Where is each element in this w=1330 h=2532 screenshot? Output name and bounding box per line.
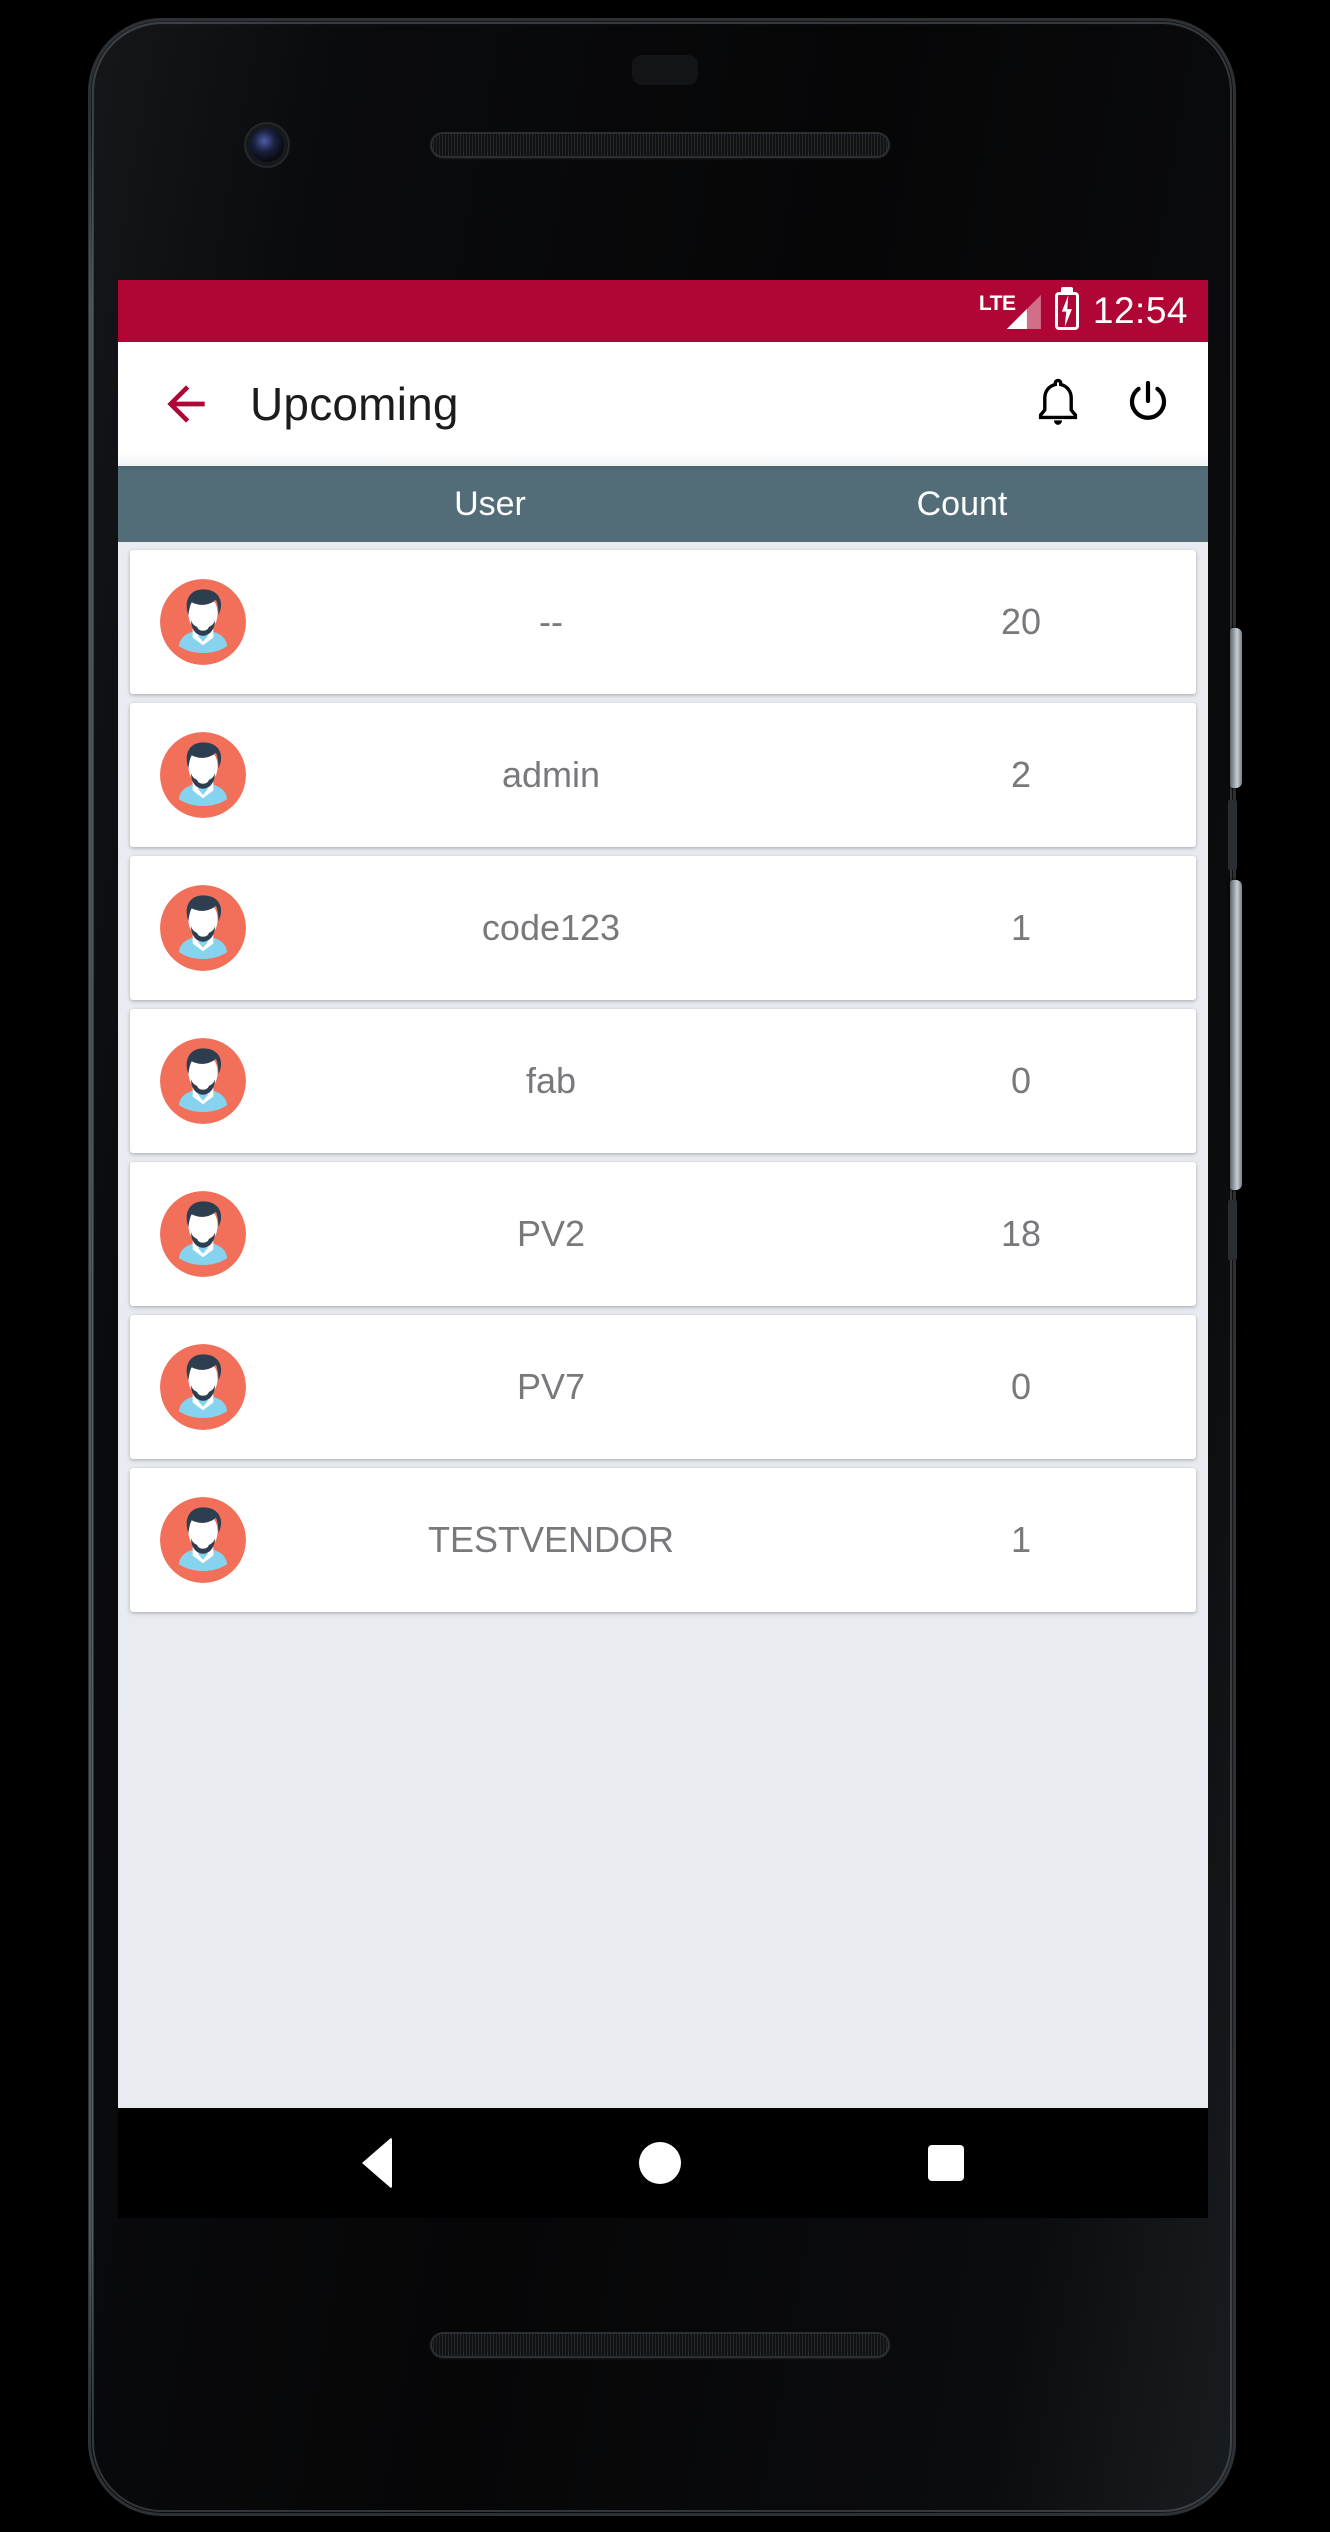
user-avatar-icon [160,1344,246,1430]
list-item[interactable]: fab 0 [128,1009,1198,1162]
cell-count: 0 [1010,1060,1032,1101]
charging-bolt-icon [1061,295,1072,327]
battery-charging-icon [1054,292,1079,330]
user-count-list[interactable]: -- 20 admin 2 code123 1 fab 0 PV2 18 PV7… [118,542,1208,2108]
user-avatar-icon [160,1191,246,1277]
android-navigation-bar [118,2108,1208,2218]
bottom-speaker-grille [430,2332,890,2358]
cell-count: 18 [1000,1213,1042,1254]
cell-count: 1 [1010,1519,1032,1560]
table-row[interactable]: PV7 0 [130,1315,1196,1459]
cell-user: TESTVENDOR [427,1519,675,1560]
user-avatar-icon [160,885,246,971]
user-avatar-icon [160,732,246,818]
back-arrow-icon[interactable] [158,376,214,432]
front-camera-icon [250,128,284,162]
cell-user: admin [501,754,601,795]
table-row[interactable]: code123 1 [130,856,1196,1000]
cell-count: 0 [1010,1366,1032,1407]
user-avatar-icon [160,1038,246,1124]
cell-user: -- [539,601,563,642]
proximity-sensor [632,55,698,85]
phone-screen: LTE 12:54 Upcoming User Count -- 20 admi… [118,280,1208,2108]
side-trim-lower [1228,1200,1237,1260]
home-circle-icon[interactable] [638,2142,681,2184]
cell-user: PV7 [516,1366,586,1407]
status-bar-clock: 12:54 [1092,290,1188,331]
table-row[interactable]: fab 0 [130,1009,1196,1153]
page-title: Upcoming [250,378,459,430]
user-avatar-icon [160,579,246,665]
cell-count: 1 [1010,907,1032,948]
table-row[interactable]: -- 20 [130,550,1196,694]
power-icon[interactable] [1124,378,1172,430]
list-item[interactable]: PV2 18 [128,1162,1198,1315]
table-header-row: User Count [118,466,1208,542]
screenshot-stage: LTE 12:54 Upcoming User Count -- 20 admi… [0,0,1330,2532]
app-bar: Upcoming [118,342,1208,466]
list-item[interactable]: code123 1 [128,856,1198,1009]
list-item[interactable]: PV7 0 [128,1315,1198,1468]
volume-side-button[interactable] [1230,880,1242,1190]
list-item[interactable]: -- 20 [128,550,1198,703]
list-item[interactable]: TESTVENDOR 1 [128,1468,1198,1621]
bell-icon[interactable] [1034,378,1082,430]
signal-bars-icon: LTE [979,291,1041,331]
recents-square-icon[interactable] [928,2145,965,2181]
user-avatar-icon [160,1497,246,1583]
cell-count: 2 [1010,754,1032,795]
earpiece-speaker-grille [430,132,890,158]
cell-user: code123 [481,907,621,948]
phone-left-edge [89,120,93,2420]
table-row[interactable]: PV2 18 [130,1162,1196,1306]
power-side-button[interactable] [1230,628,1242,788]
app-bar-actions [1034,378,1172,430]
table-row[interactable]: admin 2 [130,703,1196,847]
column-header-count: Count [916,484,1008,523]
cell-count: 20 [1000,601,1042,642]
cell-user: fab [525,1060,577,1101]
back-triangle-icon[interactable] [361,2137,392,2189]
column-header-user: User [454,484,526,523]
status-bar: LTE 12:54 [118,280,1208,342]
table-row[interactable]: TESTVENDOR 1 [130,1468,1196,1612]
cell-user: PV2 [516,1213,586,1254]
side-trim-upper [1228,800,1237,870]
list-item[interactable]: admin 2 [128,703,1198,856]
signal-triangle [1006,295,1041,329]
